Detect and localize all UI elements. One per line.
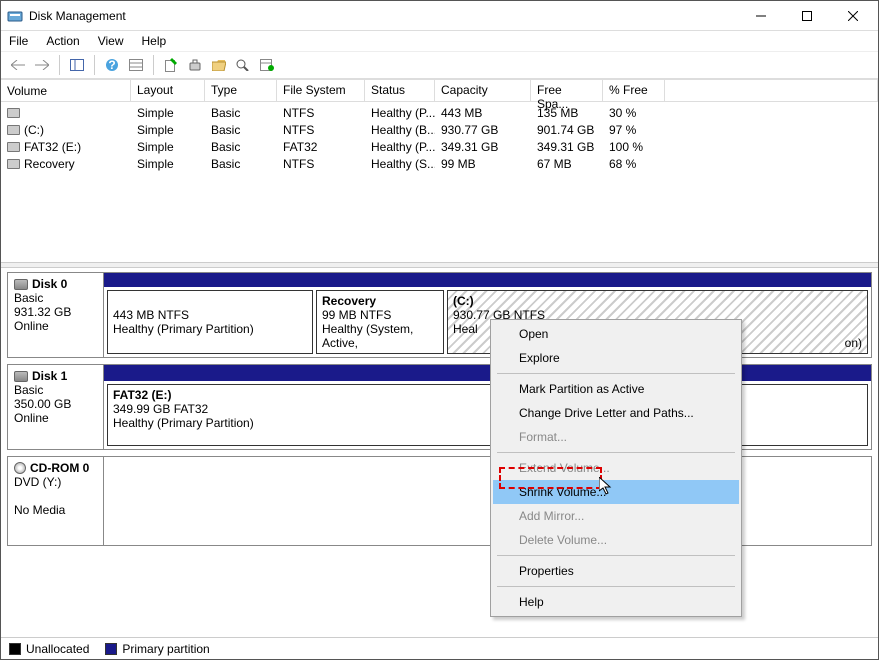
partition-unallocated[interactable]	[740, 384, 868, 446]
partition-443mb[interactable]: 443 MB NTFS Healthy (Primary Partition)	[107, 290, 313, 354]
forward-button[interactable]	[31, 54, 53, 76]
volume-list: Volume Layout Type File System Status Ca…	[1, 79, 878, 174]
volume-list-header: Volume Layout Type File System Status Ca…	[1, 80, 878, 102]
help-icon[interactable]: ?	[101, 54, 123, 76]
col-filesystem[interactable]: File System	[277, 80, 365, 101]
open-folder-icon[interactable]	[208, 54, 230, 76]
menu-file[interactable]: File	[9, 34, 28, 48]
col-pctfree[interactable]: % Free	[603, 80, 665, 101]
menubar: File Action View Help	[1, 31, 878, 51]
col-layout[interactable]: Layout	[131, 80, 205, 101]
partition-recovery[interactable]: Recovery 99 MB NTFS Healthy (System, Act…	[316, 290, 444, 354]
ctx-change-letter[interactable]: Change Drive Letter and Paths...	[493, 401, 739, 425]
table-row[interactable]: SimpleBasicNTFSHealthy (P...443 MB135 MB…	[1, 104, 878, 121]
menu-view[interactable]: View	[98, 34, 124, 48]
close-button[interactable]	[830, 1, 876, 30]
col-volume[interactable]: Volume	[1, 80, 131, 101]
legend: Unallocated Primary partition	[1, 637, 878, 659]
settings-icon[interactable]	[125, 54, 147, 76]
ctx-shrink-volume[interactable]: Shrink Volume...	[493, 480, 739, 504]
disk-1-header-bar	[104, 365, 871, 381]
col-capacity[interactable]: Capacity	[435, 80, 531, 101]
window-title: Disk Management	[29, 9, 738, 23]
volume-icon	[7, 142, 20, 152]
rescan-icon[interactable]	[232, 54, 254, 76]
disk-1-label[interactable]: Disk 1 Basic 350.00 GB Online	[8, 365, 104, 449]
cd-icon	[14, 462, 26, 474]
disk-graphical-view: Disk 0 Basic 931.32 GB Online 443 MB NTF…	[1, 268, 878, 556]
attach-vhd-icon[interactable]	[184, 54, 206, 76]
cdrom-row: CD-ROM 0 DVD (Y:) No Media	[7, 456, 872, 546]
volume-icon	[7, 108, 20, 118]
create-vhd-icon[interactable]	[160, 54, 182, 76]
maximize-button[interactable]	[784, 1, 830, 30]
disk-0-label[interactable]: Disk 0 Basic 931.32 GB Online	[8, 273, 104, 357]
titlebar: Disk Management	[1, 1, 878, 31]
ctx-extend-volume: Extend Volume...	[493, 456, 739, 480]
col-status[interactable]: Status	[365, 80, 435, 101]
table-row[interactable]: FAT32 (E:)SimpleBasicFAT32Healthy (P...3…	[1, 138, 878, 155]
table-row[interactable]: (C:)SimpleBasicNTFSHealthy (B...930.77 G…	[1, 121, 878, 138]
app-icon	[7, 8, 23, 24]
refresh-list-icon[interactable]	[256, 54, 278, 76]
volume-icon	[7, 125, 20, 135]
ctx-help[interactable]: Help	[493, 590, 739, 614]
ctx-delete-volume: Delete Volume...	[493, 528, 739, 552]
col-freespace[interactable]: Free Spa...	[531, 80, 603, 101]
ctx-explore[interactable]: Explore	[493, 346, 739, 370]
disk-0-header-bar	[104, 273, 871, 287]
disk-1-row: Disk 1 Basic 350.00 GB Online FAT32 (E:)…	[7, 364, 872, 450]
toolbar: ?	[1, 51, 878, 79]
show-hide-tree-icon[interactable]	[66, 54, 88, 76]
menu-help[interactable]: Help	[142, 34, 167, 48]
col-type[interactable]: Type	[205, 80, 277, 101]
disk-icon	[14, 371, 28, 382]
swatch-unallocated	[9, 643, 21, 655]
ctx-open[interactable]: Open	[493, 322, 739, 346]
ctx-mark-active[interactable]: Mark Partition as Active	[493, 377, 739, 401]
context-menu: Open Explore Mark Partition as Active Ch…	[490, 319, 742, 617]
volume-icon	[7, 159, 20, 169]
menu-action[interactable]: Action	[46, 34, 79, 48]
back-button[interactable]	[7, 54, 29, 76]
cdrom-label[interactable]: CD-ROM 0 DVD (Y:) No Media	[8, 457, 104, 545]
ctx-add-mirror: Add Mirror...	[493, 504, 739, 528]
disk-icon	[14, 279, 28, 290]
ctx-format: Format...	[493, 425, 739, 449]
swatch-primary	[105, 643, 117, 655]
svg-text:?: ?	[108, 58, 115, 72]
minimize-button[interactable]	[738, 1, 784, 30]
disk-0-row: Disk 0 Basic 931.32 GB Online 443 MB NTF…	[7, 272, 872, 358]
ctx-properties[interactable]: Properties	[493, 559, 739, 583]
table-row[interactable]: RecoverySimpleBasicNTFSHealthy (S...99 M…	[1, 155, 878, 172]
